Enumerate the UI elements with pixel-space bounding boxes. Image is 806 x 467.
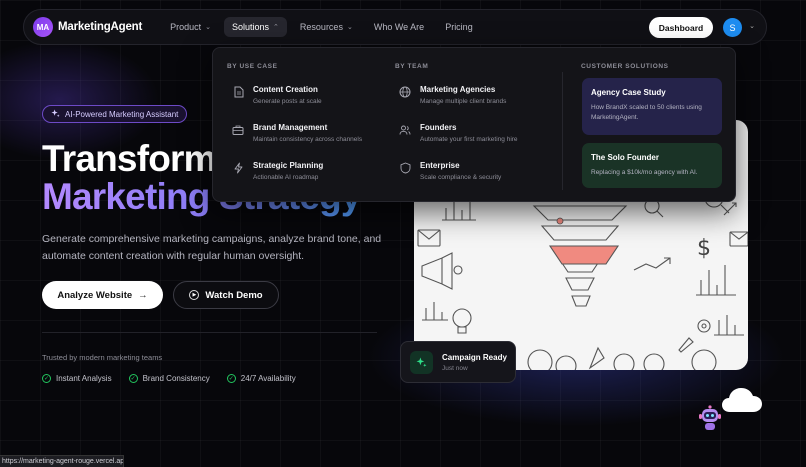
dropdown-item-title: Founders — [420, 123, 457, 132]
users-icon — [399, 124, 411, 136]
feature-item: ✓ 24/7 Availability — [226, 374, 296, 383]
feature-item: ✓ Brand Consistency — [128, 374, 210, 383]
globe-icon — [399, 86, 411, 98]
feature-label: 24/7 Availability — [240, 374, 296, 383]
logo-badge: MA — [33, 17, 53, 37]
card-title: Agency Case Study — [591, 88, 666, 97]
dropdown-heading-team: BY TEAM — [395, 63, 429, 70]
shield-icon — [399, 162, 411, 174]
browser-status-url: https://marketing-agent-rouge.vercel.app… — [0, 455, 124, 467]
dropdown-item-strategic-planning[interactable]: Strategic Planning Actionable AI roadmap — [232, 161, 323, 181]
button-label: Analyze Website — [57, 289, 133, 301]
nav-item-product[interactable]: Product ⌄ — [162, 17, 219, 37]
button-label: Watch Demo — [205, 289, 263, 301]
dropdown-item-title: Strategic Planning — [253, 161, 324, 170]
dropdown-item-desc: Generate posts at scale — [253, 98, 322, 105]
nav-item-label: Who We Are — [373, 22, 425, 32]
campaign-subtitle: Just now — [442, 364, 468, 372]
dropdown-divider — [562, 72, 563, 190]
nav-item-solutions[interactable]: Solutions ⌃ — [224, 17, 287, 37]
dropdown-item-desc: Manage multiple client brands — [420, 98, 507, 105]
solo-founder-card[interactable]: The Solo Founder Replacing a $10k/mo age… — [582, 143, 722, 188]
solutions-dropdown: BY USE CASE BY TEAM CUSTOMER SOLUTIONS C… — [212, 47, 736, 202]
dropdown-item-desc: Maintain consistency across channels — [253, 136, 363, 143]
nav-item-who-we-are[interactable]: Who We Are — [366, 17, 432, 37]
badge-text: AI-Powered Marketing Assistant — [65, 109, 179, 119]
dropdown-item-enterprise[interactable]: Enterprise Scale compliance & security — [399, 161, 501, 181]
dropdown-item-founders[interactable]: Founders Automate your first marketing hi… — [399, 123, 518, 143]
check-circle-icon: ✓ — [128, 374, 138, 383]
dropdown-heading-customer: CUSTOMER SOLUTIONS — [581, 63, 669, 70]
dropdown-item-title: Enterprise — [420, 161, 460, 170]
chevron-down-icon[interactable]: ⌄ — [749, 22, 755, 30]
chevron-down-icon: ⌄ — [346, 24, 353, 31]
document-icon — [232, 86, 244, 98]
campaign-title: Campaign Ready — [442, 352, 507, 362]
lightning-icon — [232, 162, 244, 174]
feature-list: ✓ Instant Analysis ✓ Brand Consistency ✓… — [42, 374, 296, 383]
feature-item: ✓ Instant Analysis — [42, 374, 112, 383]
play-icon: ▶ — [189, 290, 200, 300]
chevron-up-icon: ⌃ — [273, 24, 279, 31]
briefcase-icon — [232, 124, 244, 136]
trusted-text: Trusted by modern marketing teams — [42, 353, 163, 362]
dropdown-item-title: Brand Management — [253, 123, 328, 132]
dropdown-item-desc: Automate your first marketing hire — [420, 136, 518, 143]
campaign-ready-card: Campaign Ready Just now — [400, 341, 516, 383]
feature-label: Brand Consistency — [142, 374, 210, 383]
ai-badge: AI-Powered Marketing Assistant — [42, 105, 188, 123]
brand-logo[interactable]: MA MarketingAgent — [33, 17, 142, 37]
watch-demo-button[interactable]: ▶ Watch Demo — [173, 281, 279, 309]
brand-name: MarketingAgent — [58, 21, 143, 33]
nav-item-label: Resources — [299, 22, 343, 32]
robot-assistant-icon[interactable] — [695, 403, 725, 433]
analyze-website-button[interactable]: Analyze Website → — [42, 281, 163, 309]
dashboard-button[interactable]: Dashboard — [649, 17, 713, 38]
sparkle-icon — [51, 108, 60, 120]
chat-cloud-icon[interactable] — [720, 384, 764, 416]
chevron-down-icon: ⌄ — [205, 24, 212, 31]
nav-menu: Product ⌄ Solutions ⌃ Resources ⌄ Who We… — [162, 17, 486, 37]
nav-item-label: Solutions — [232, 22, 270, 32]
svg-text:$: $ — [697, 236, 711, 261]
top-navbar: MA MarketingAgent Product ⌄ Solutions ⌃ … — [23, 9, 767, 45]
arrow-right-icon: → — [138, 289, 148, 301]
feature-label: Instant Analysis — [56, 374, 112, 383]
dropdown-item-marketing-agencies[interactable]: Marketing Agencies Manage multiple client… — [399, 85, 506, 105]
hero-divider — [42, 332, 377, 333]
user-avatar[interactable]: S — [723, 18, 742, 37]
nav-item-label: Product — [170, 22, 202, 32]
card-title: The Solo Founder — [591, 153, 659, 162]
card-desc: How BrandX scaled to 50 clients using Ma… — [591, 104, 702, 122]
check-circle-icon: ✓ — [226, 374, 236, 383]
dropdown-item-brand-management[interactable]: Brand Management Maintain consistency acr… — [232, 123, 362, 143]
nav-item-pricing[interactable]: Pricing — [437, 17, 481, 37]
dropdown-heading-use-case: BY USE CASE — [227, 63, 278, 70]
sparkle-icon — [410, 350, 433, 374]
agency-case-study-card[interactable]: Agency Case Study How BrandX scaled to 5… — [582, 78, 722, 135]
dropdown-item-title: Content Creation — [253, 85, 318, 94]
nav-item-label: Pricing — [445, 22, 473, 32]
card-desc: Replacing a $10k/mo agency with AI. — [591, 169, 698, 176]
hero-subtitle: Generate comprehensive marketing campaig… — [42, 233, 382, 262]
dropdown-item-desc: Scale compliance & security — [420, 174, 502, 181]
nav-item-resources[interactable]: Resources ⌄ — [292, 17, 361, 37]
dropdown-item-title: Marketing Agencies — [420, 85, 496, 94]
check-circle-icon: ✓ — [42, 374, 51, 383]
dropdown-item-desc: Actionable AI roadmap — [253, 174, 319, 181]
dropdown-item-content-creation[interactable]: Content Creation Generate posts at scale — [232, 85, 322, 105]
